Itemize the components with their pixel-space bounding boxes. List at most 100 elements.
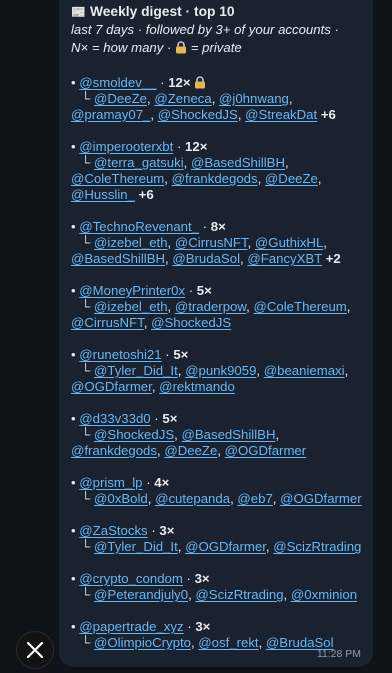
digest-entry: • @TechnoRevenant_ · 8× └ @izebel_eth, @C… [71, 219, 341, 266]
follower-link[interactable]: @osf_rekt [198, 635, 258, 650]
bullet: • [71, 347, 76, 362]
follower-link[interactable]: @Peterandjuly0 [94, 587, 188, 602]
follower-link[interactable]: @pramay07_ [71, 107, 150, 122]
newspaper-icon: 📰 [71, 5, 86, 19]
account-link[interactable]: @ZaStocks [79, 523, 147, 538]
account-link[interactable]: @papertrade_xyz [79, 619, 183, 634]
follower-link[interactable]: @rektmando [159, 379, 235, 394]
digest-entry: • @MoneyPrinter0x · 5× └ @izebel_eth, @tr… [71, 283, 351, 330]
follower-link[interactable]: @frankdegods [172, 171, 258, 186]
digest-entries: • @smoldev__ · 12× └ @DeeZe, @Zeneca, @j… [71, 75, 363, 651]
follower-link[interactable]: @OGDfarmer [280, 491, 362, 506]
more-count: +6 [320, 107, 336, 122]
follower-link[interactable]: @OGDfarmer [71, 379, 152, 394]
digest-entry: • @crypto_condom · 3× └ @Peterandjuly0, @… [71, 571, 358, 602]
follow-count: 12× [185, 139, 208, 154]
follow-count: 4× [154, 475, 170, 490]
lock-icon [176, 41, 187, 54]
follower-link[interactable]: @Tyler_Did_It [94, 363, 178, 378]
follower-link[interactable]: @DeeZe [265, 171, 318, 186]
follower-link[interactable]: @Tyler_Did_It [94, 539, 178, 554]
digest-entry: • @papertrade_xyz · 3× └ @OlimpioCrypto, … [71, 619, 334, 650]
follow-count: 12× [168, 75, 191, 90]
account-link[interactable]: @TechnoRevenant_ [79, 219, 199, 234]
follower-link[interactable]: @BasedShillBH [181, 427, 275, 442]
tree-branch-glyph: └ [81, 635, 91, 650]
follower-link[interactable]: @beaniemaxi [264, 363, 345, 378]
more-count: +2 [325, 251, 341, 266]
follow-count: 5× [162, 411, 178, 426]
follower-link[interactable]: @ColeThereum [254, 299, 347, 314]
digest-legend: N× = how many · = private [71, 40, 242, 55]
digest-subtitle: last 7 days · followed by 3+ of your acc… [71, 22, 339, 37]
bullet: • [71, 75, 76, 90]
follower-link[interactable]: @ScizRtrading [273, 539, 361, 554]
follower-link[interactable]: @frankdegods [71, 443, 157, 458]
follower-link[interactable]: @0xBold [94, 491, 148, 506]
bullet: • [71, 523, 76, 538]
account-link[interactable]: @d33v33d0 [79, 411, 150, 426]
follower-link[interactable]: @traderpow [175, 299, 246, 314]
bullet: • [71, 283, 76, 298]
bot-avatar[interactable] [16, 631, 54, 669]
tree-branch-glyph: └ [81, 363, 91, 378]
follower-link[interactable]: @OGDfarmer [185, 539, 266, 554]
bullet: • [71, 139, 76, 154]
follower-link[interactable]: @ShockedJS [94, 427, 174, 442]
account-link[interactable]: @runetoshi21 [79, 347, 161, 362]
follower-link[interactable]: @0xminion [291, 587, 357, 602]
follower-link[interactable]: @punk9059 [185, 363, 256, 378]
follow-count: 8× [210, 219, 226, 234]
follower-link[interactable]: @j0hnwang [219, 91, 289, 106]
account-link[interactable]: @MoneyPrinter0x [79, 283, 185, 298]
more-count: +6 [138, 187, 154, 202]
follower-link[interactable]: @FancyXBT [247, 251, 322, 266]
follower-link[interactable]: @izebel_eth [94, 235, 168, 250]
follower-link[interactable]: @eb7 [237, 491, 272, 506]
account-link[interactable]: @imperooterxbt [79, 139, 173, 154]
follower-link[interactable]: @ScizRtrading [195, 587, 283, 602]
tree-branch-glyph: └ [81, 299, 91, 314]
bullet: • [71, 475, 76, 490]
follow-count: 5× [196, 283, 212, 298]
account-link[interactable]: @prism_lp [79, 475, 142, 490]
tree-branch-glyph: └ [81, 427, 91, 442]
follower-link[interactable]: @BasedShillBH [71, 251, 165, 266]
digest-entry: • @ZaStocks · 3× └ @Tyler_Did_It, @OGDfar… [71, 523, 362, 554]
x-logo-icon [26, 641, 44, 659]
account-link[interactable]: @smoldev__ [79, 75, 156, 90]
follower-link[interactable]: @CirrusNFT [71, 315, 144, 330]
tree-branch-glyph: └ [81, 235, 91, 250]
digest-entry: • @prism_lp · 4× └ @0xBold, @cutepanda, @… [71, 475, 362, 506]
follower-link[interactable]: @cutepanda [155, 491, 230, 506]
account-link[interactable]: @crypto_condom [79, 571, 183, 586]
follower-link[interactable]: @DeeZe [164, 443, 217, 458]
digest-header: 📰 Weekly digest · top 10 last 7 days · fo… [71, 3, 363, 57]
follower-link[interactable]: @Husslin_ [71, 187, 135, 202]
bullet: • [71, 571, 76, 586]
digest-title: Weekly digest · top 10 [89, 4, 235, 19]
digest-entry: • @smoldev__ · 12× └ @DeeZe, @Zeneca, @j… [71, 75, 336, 122]
follower-link[interactable]: @ShockedJS [158, 107, 238, 122]
tree-branch-glyph: └ [81, 91, 91, 106]
follower-link[interactable]: @BasedShillBH [191, 155, 285, 170]
follower-link[interactable]: @Zeneca [154, 91, 211, 106]
follower-link[interactable]: @GuthixHL [255, 235, 323, 250]
follow-count: 3× [159, 523, 175, 538]
follower-link[interactable]: @ShockedJS [151, 315, 231, 330]
follower-link[interactable]: @StreakDat [245, 107, 317, 122]
follow-count: 5× [173, 347, 189, 362]
follower-link[interactable]: @OlimpioCrypto [94, 635, 191, 650]
follower-link[interactable]: @CirrusNFT [175, 235, 248, 250]
follower-link[interactable]: @BrudaSol [172, 251, 240, 266]
follower-link[interactable]: @izebel_eth [94, 299, 168, 314]
follower-link[interactable]: @DeeZe [94, 91, 147, 106]
follower-link[interactable]: @OGDfarmer [225, 443, 307, 458]
bullet: • [71, 411, 76, 426]
tree-branch-glyph: └ [81, 539, 91, 554]
digest-entry: • @runetoshi21 · 5× └ @Tyler_Did_It, @pun… [71, 347, 349, 394]
tree-branch-glyph: └ [81, 587, 91, 602]
follower-link[interactable]: @ColeThereum [71, 171, 164, 186]
lock-icon [195, 76, 206, 89]
follower-link[interactable]: @terra_gatsuki [94, 155, 184, 170]
